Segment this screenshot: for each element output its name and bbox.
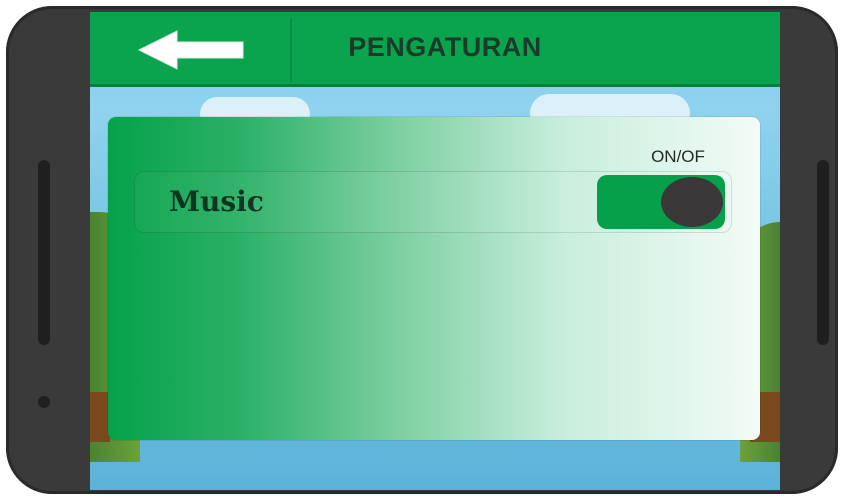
ground-decoration-left [90, 392, 110, 442]
music-toggle[interactable] [597, 175, 725, 229]
back-button[interactable] [94, 18, 292, 82]
header-bar: PENGATURAN [90, 12, 780, 87]
arrow-left-icon [137, 30, 244, 70]
page-title: PENGATURAN [348, 32, 542, 62]
setting-row-music: Music [134, 171, 732, 233]
toggle-knob [661, 177, 723, 227]
app-screen: PENGATURAN ON/OF Music [90, 12, 780, 490]
phone-side-slot-right [817, 160, 829, 345]
setting-label-music: Music [169, 185, 264, 218]
phone-side-slot-left [38, 160, 50, 345]
onoff-column-label: ON/OF [651, 147, 705, 166]
settings-panel: ON/OF Music [108, 117, 760, 440]
phone-camera-dot [38, 396, 50, 408]
